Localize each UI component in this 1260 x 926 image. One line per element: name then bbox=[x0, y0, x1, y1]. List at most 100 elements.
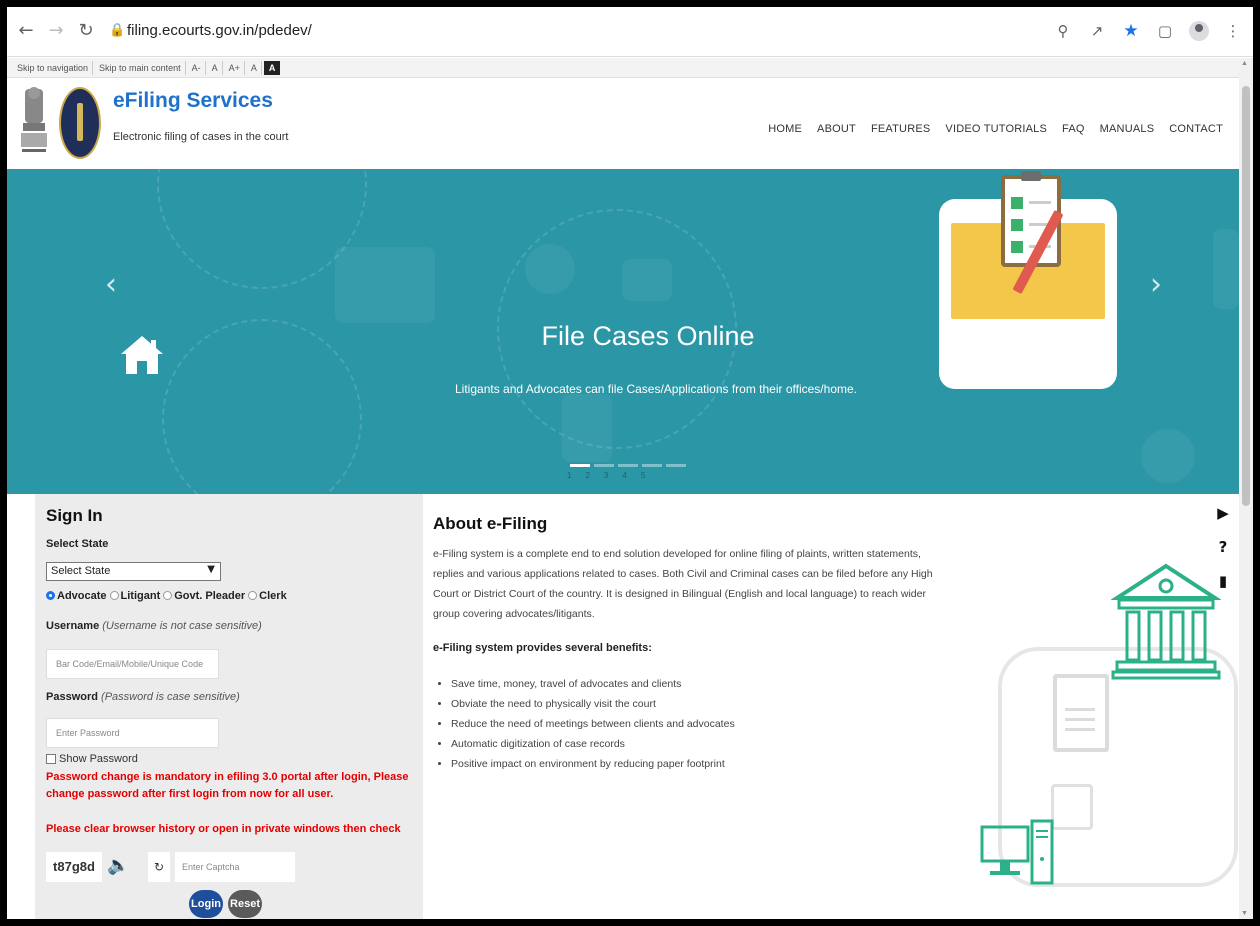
nav-home[interactable]: HOME bbox=[768, 123, 802, 135]
carousel-indicator-numbers: 1 2 3 4 5 bbox=[567, 471, 645, 480]
pdf-icon[interactable]: ▮ bbox=[1213, 571, 1233, 591]
site-header: eFiling Services Electronic filing of ca… bbox=[7, 79, 1239, 169]
side-panel-icon[interactable]: ▢ bbox=[1155, 21, 1175, 41]
carousel-indicator-5[interactable] bbox=[666, 464, 686, 467]
browser-history-warning: Please clear browser history or open in … bbox=[46, 823, 401, 835]
courthouse-icon bbox=[1111, 563, 1221, 680]
scroll-down-icon[interactable]: ▼ bbox=[1241, 910, 1248, 917]
list-item: Obviate the need to physically visit the… bbox=[451, 694, 735, 714]
about-heading: About e-Filing bbox=[433, 514, 548, 533]
show-password-checkbox[interactable]: Show Password bbox=[46, 753, 138, 765]
show-password-label: Show Password bbox=[59, 753, 138, 765]
share-icon[interactable]: ↗ bbox=[1087, 21, 1107, 41]
accessibility-bar: Skip to navigation Skip to main content … bbox=[7, 58, 1253, 78]
browser-window: ← → ↻ 🔒 filing.ecourts.gov.in/pdedev/ ⚲ … bbox=[7, 7, 1253, 919]
font-decrease-button[interactable]: A- bbox=[188, 60, 206, 75]
chevron-down-icon: ▼ bbox=[207, 564, 215, 575]
skip-to-main-link[interactable]: Skip to main content bbox=[95, 60, 186, 75]
signin-panel: Sign In Select State Select State ▼ Advo… bbox=[35, 494, 423, 919]
login-button[interactable]: Login bbox=[189, 890, 223, 918]
nav-video-tutorials[interactable]: VIDEO TUTORIALS bbox=[945, 123, 1047, 135]
reset-button[interactable]: Reset bbox=[228, 890, 262, 918]
nav-about[interactable]: ABOUT bbox=[817, 123, 856, 135]
speaker-icon[interactable]: 🔈 bbox=[107, 855, 133, 879]
indicator-number: 2 bbox=[585, 471, 590, 480]
contrast-dark-button[interactable]: A bbox=[263, 60, 281, 75]
username-input[interactable]: Bar Code/Email/Mobile/Unique Code bbox=[46, 649, 219, 679]
document-icon bbox=[1053, 674, 1109, 752]
carousel-indicator-3[interactable] bbox=[618, 464, 638, 467]
list-item: Save time, money, travel of advocates an… bbox=[451, 674, 735, 694]
ecourts-logo bbox=[59, 87, 101, 159]
back-icon[interactable]: ← bbox=[15, 20, 37, 42]
help-circle-icon[interactable]: ? bbox=[1213, 537, 1233, 557]
indicator-number: 5 bbox=[640, 471, 646, 480]
ghost-document-icon bbox=[562, 394, 612, 462]
skip-to-navigation-link[interactable]: Skip to navigation bbox=[13, 60, 94, 75]
carousel-indicator-4[interactable] bbox=[642, 464, 662, 467]
password-label: Password (Password is case sensitive) bbox=[46, 691, 240, 703]
refresh-captcha-icon[interactable]: ↻ bbox=[148, 852, 170, 882]
radio-govt-pleader[interactable]: Govt. Pleader bbox=[163, 590, 245, 602]
ghost-card-icon bbox=[335, 247, 435, 323]
profile-avatar[interactable] bbox=[1189, 21, 1209, 41]
menu-kebab-icon[interactable]: ⋮ bbox=[1223, 21, 1243, 41]
about-paragraph: e-Filing system is a complete end to end… bbox=[433, 548, 933, 620]
state-select[interactable]: Select State ▼ bbox=[46, 562, 221, 581]
role-radio-group: Advocate Litigant Govt. Pleader Clerk bbox=[46, 590, 287, 602]
nav-features[interactable]: FEATURES bbox=[871, 123, 930, 135]
site-subtitle: Electronic filing of cases in the court bbox=[113, 131, 289, 143]
play-circle-icon[interactable]: ▶ bbox=[1213, 503, 1233, 523]
captcha-image: t87g8d bbox=[46, 852, 102, 882]
carousel-indicator-1[interactable] bbox=[570, 464, 590, 467]
page-scrollbar[interactable]: ▲ ▼ bbox=[1239, 58, 1253, 919]
scroll-thumb[interactable] bbox=[1242, 86, 1250, 506]
ghost-palette-icon bbox=[1141, 429, 1195, 483]
password-change-warning: Password change is mandatory in efiling … bbox=[46, 771, 409, 800]
side-quick-links: ▶ ? ▮ bbox=[1208, 503, 1238, 591]
list-item: Reduce the need of meetings between clie… bbox=[451, 714, 735, 734]
signin-heading: Sign In bbox=[46, 506, 103, 525]
scroll-up-icon[interactable]: ▲ bbox=[1241, 60, 1248, 67]
font-increase-button[interactable]: A+ bbox=[225, 60, 245, 75]
desktop-computer-icon bbox=[980, 819, 1054, 885]
captcha-input[interactable]: Enter Captcha bbox=[175, 852, 295, 882]
password-input[interactable]: Enter Password bbox=[46, 718, 219, 748]
indicator-number: 4 bbox=[622, 471, 627, 480]
hero-carousel: ‹ › File Cases Online Litigants and Advo… bbox=[7, 169, 1239, 494]
state-select-value: Select State bbox=[51, 565, 111, 577]
carousel-next-icon[interactable]: › bbox=[1150, 267, 1162, 302]
reload-icon[interactable]: ↻ bbox=[75, 20, 97, 42]
nav-manuals[interactable]: MANUALS bbox=[1100, 123, 1155, 135]
forward-icon[interactable]: → bbox=[45, 20, 67, 42]
list-item: Positive impact on environment by reduci… bbox=[451, 754, 735, 774]
edit-note-icon bbox=[1051, 784, 1093, 830]
state-label: Select State bbox=[46, 538, 109, 550]
url-text[interactable]: filing.ecourts.gov.in/pdedev/ bbox=[127, 22, 312, 39]
top-navigation: HOME ABOUT FEATURES VIDEO TUTORIALS FAQ … bbox=[768, 123, 1223, 135]
bookmark-star-icon[interactable]: ★ bbox=[1121, 21, 1141, 41]
indicator-number: 3 bbox=[603, 471, 609, 480]
site-title[interactable]: eFiling Services bbox=[113, 89, 273, 113]
benefits-title: e-Filing system provides several benefit… bbox=[433, 642, 652, 654]
carousel-indicators bbox=[570, 464, 686, 467]
ghost-bottle-icon bbox=[1213, 229, 1239, 309]
lock-icon: 🔒 bbox=[109, 23, 126, 38]
radio-advocate[interactable]: Advocate bbox=[46, 590, 107, 602]
benefits-list: Save time, money, travel of advocates an… bbox=[451, 674, 735, 774]
radio-litigant[interactable]: Litigant bbox=[109, 590, 160, 602]
ghost-calendar-icon bbox=[622, 259, 672, 301]
checkbox-icon[interactable] bbox=[46, 754, 56, 764]
zoom-icon[interactable]: ⚲ bbox=[1053, 21, 1073, 41]
nav-contact[interactable]: CONTACT bbox=[1169, 123, 1223, 135]
browser-toolbar: ← → ↻ 🔒 filing.ecourts.gov.in/pdedev/ ⚲ … bbox=[7, 7, 1253, 57]
radio-clerk[interactable]: Clerk bbox=[248, 590, 287, 602]
carousel-indicator-2[interactable] bbox=[594, 464, 614, 467]
carousel-prev-icon[interactable]: ‹ bbox=[105, 267, 117, 302]
font-normal-button[interactable]: A bbox=[208, 60, 223, 75]
contrast-light-button[interactable]: A bbox=[247, 60, 262, 75]
username-label: Username (Username is not case sensitive… bbox=[46, 620, 262, 632]
indicator-number: 1 bbox=[567, 471, 572, 480]
carousel-subtitle: Litigants and Advocates can file Cases/A… bbox=[455, 382, 857, 396]
nav-faq[interactable]: FAQ bbox=[1062, 123, 1085, 135]
